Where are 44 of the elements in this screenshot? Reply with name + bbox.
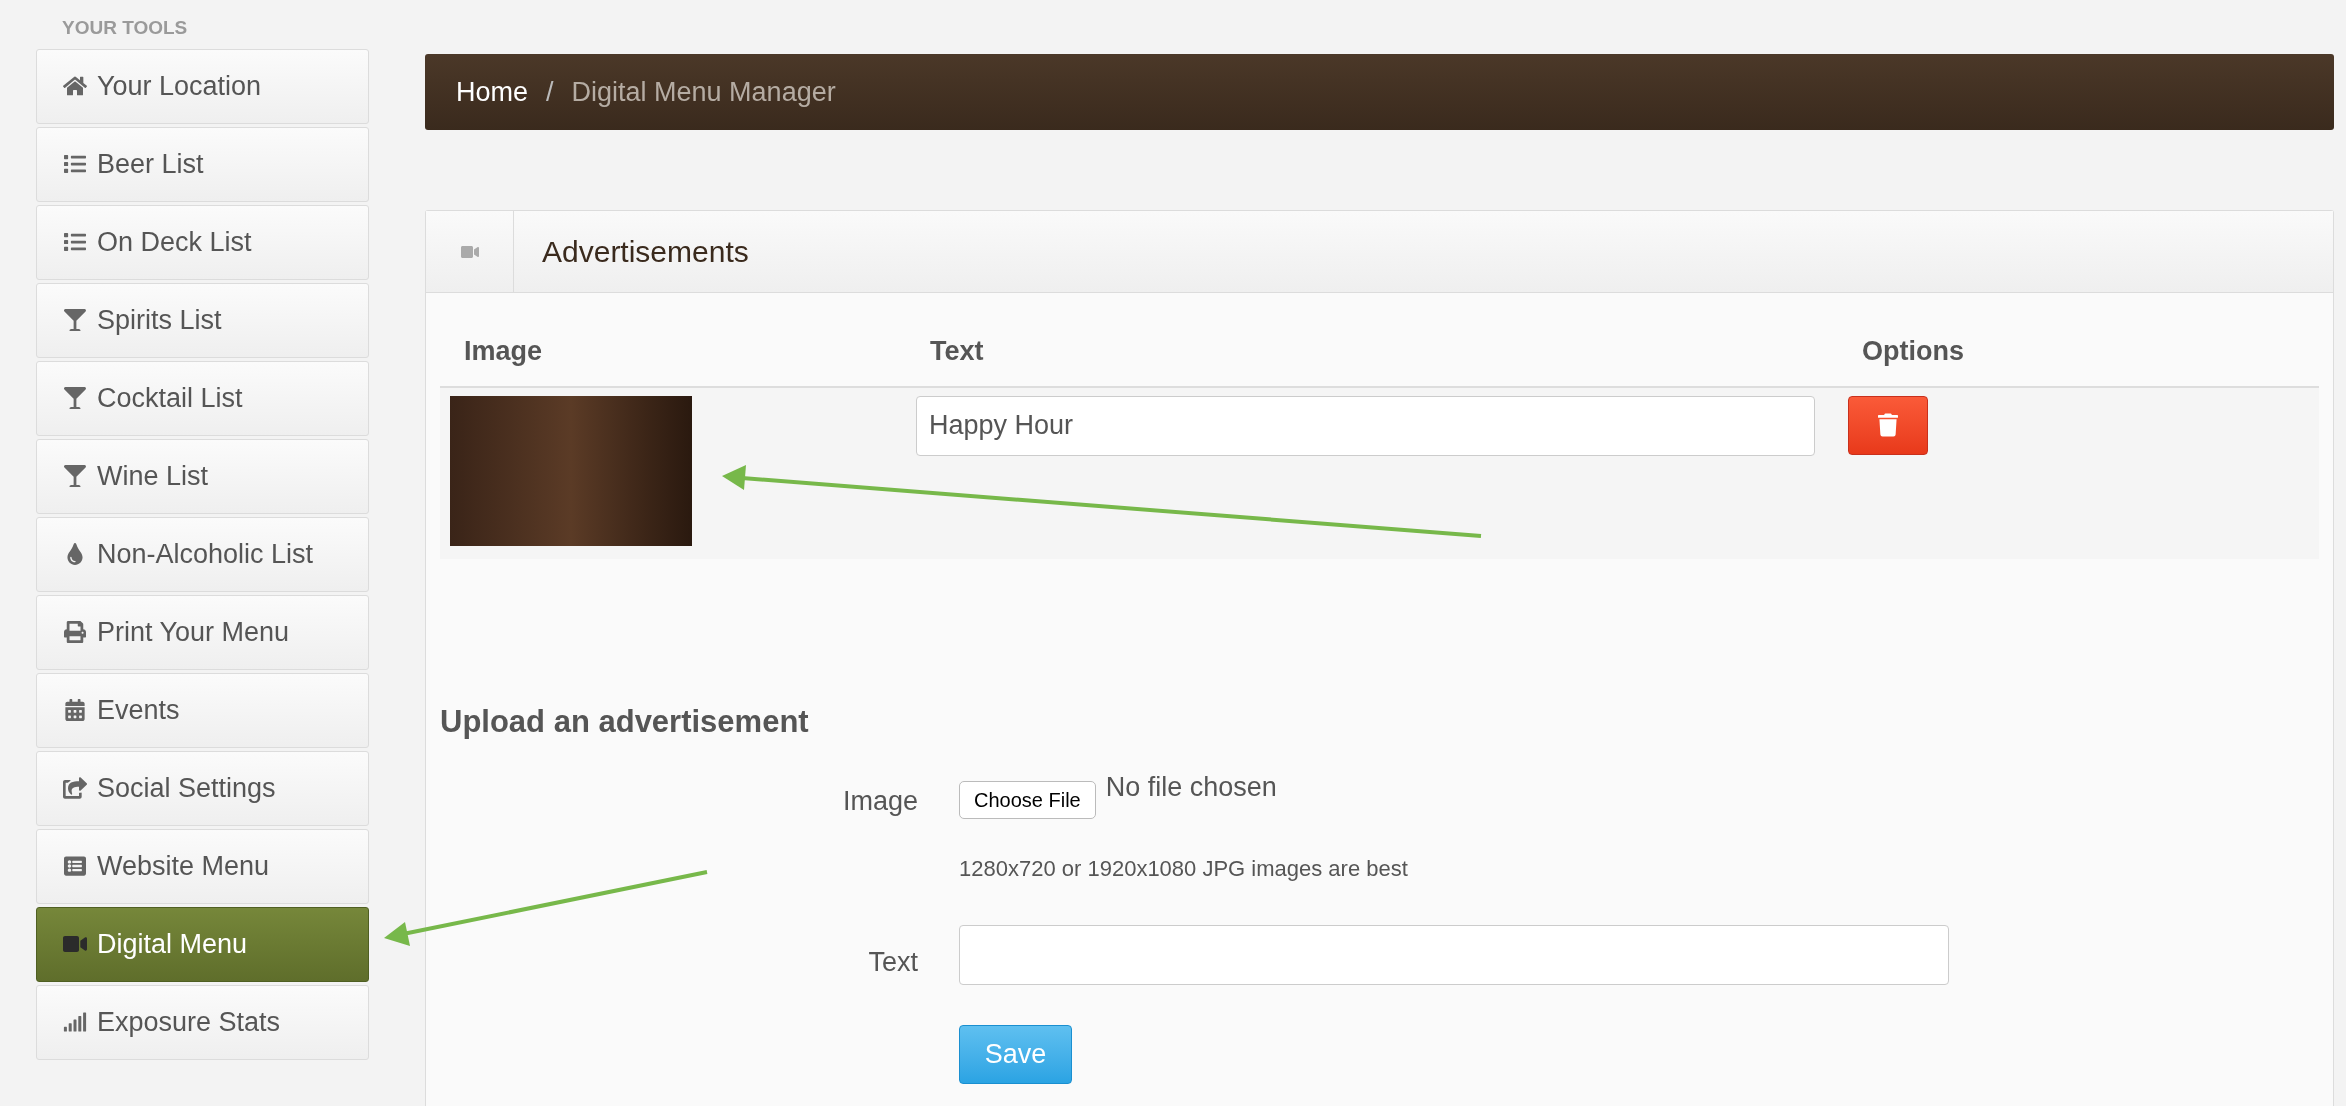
glass-icon bbox=[63, 387, 87, 409]
glass-icon bbox=[63, 465, 87, 487]
calendar-icon bbox=[63, 699, 87, 721]
sidebar-heading: YOUR TOOLS bbox=[61, 16, 189, 40]
panel-title: Advertisements bbox=[541, 234, 749, 270]
print-icon bbox=[63, 621, 87, 643]
sidebar-item[interactable]: Wine List bbox=[36, 438, 369, 514]
sidebar-item[interactable]: Your Location bbox=[36, 48, 369, 124]
text-input[interactable]: Happy Hour bbox=[916, 395, 1815, 456]
list-icon bbox=[63, 855, 87, 877]
column-header: Image bbox=[464, 335, 544, 368]
breadcrumb-separator: / bbox=[546, 75, 554, 109]
video-camera-icon bbox=[63, 933, 87, 955]
signal-bars-icon bbox=[63, 1011, 87, 1033]
field-label: Image bbox=[841, 785, 918, 818]
column-header: Options bbox=[1862, 335, 1965, 368]
sidebar-item[interactable]: Print Your Menu bbox=[36, 594, 369, 670]
sidebar-item[interactable]: Exposure Stats bbox=[36, 984, 369, 1060]
trash-icon bbox=[1878, 413, 1898, 437]
field-label: Text bbox=[867, 945, 918, 979]
breadcrumb-link[interactable]: Home bbox=[456, 71, 529, 113]
breadcrumb-current: Digital Menu Manager bbox=[571, 75, 836, 109]
list-icon bbox=[63, 153, 87, 175]
home-icon bbox=[63, 75, 87, 97]
sidebar-item[interactable]: Beer List bbox=[36, 126, 369, 202]
sidebar-item[interactable]: Spirits List bbox=[36, 282, 369, 358]
hint-text: 1280x720 or 1920x1080 JPG images are best bbox=[959, 854, 1409, 883]
sidebar-item[interactable]: Website Menu bbox=[36, 828, 369, 904]
list-icon bbox=[63, 231, 87, 253]
sidebar-item[interactable]: Events bbox=[36, 672, 369, 748]
text-input[interactable] bbox=[959, 924, 1949, 985]
glass-icon bbox=[63, 309, 87, 331]
sidebar-item[interactable]: Social Settings bbox=[36, 750, 369, 826]
section-heading: Upload an advertisement bbox=[440, 702, 810, 741]
delete-button[interactable] bbox=[1848, 395, 1928, 455]
file-status: No file chosen bbox=[1105, 771, 1277, 804]
choose-file-button[interactable]: Choose File bbox=[959, 781, 1096, 819]
sidebar-item[interactable]: Cocktail List bbox=[36, 360, 369, 436]
sidebar-item[interactable]: Digital Menu bbox=[36, 906, 369, 982]
sidebar-item[interactable]: On Deck List bbox=[36, 204, 369, 280]
share-icon bbox=[63, 777, 87, 799]
video-camera-icon bbox=[458, 243, 481, 260]
column-header: Text bbox=[930, 335, 985, 368]
sidebar-item[interactable]: Non-Alcoholic List bbox=[36, 516, 369, 592]
